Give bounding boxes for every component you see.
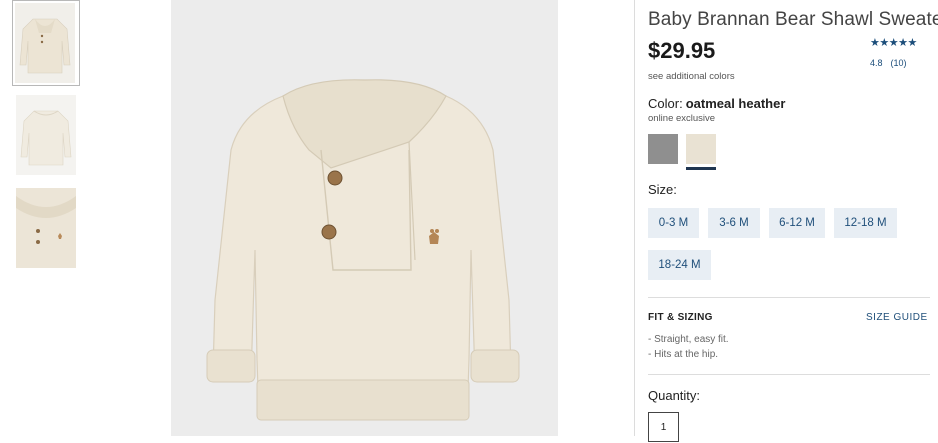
- color-swatch-oatmeal[interactable]: [686, 134, 716, 164]
- size-button-0-3m[interactable]: 0-3 M: [648, 208, 699, 238]
- size-button-18-24m[interactable]: 18-24 M: [648, 250, 711, 280]
- sweater-main-image: [171, 0, 558, 436]
- fit-detail-item: - Straight, easy fit.: [648, 334, 729, 345]
- fit-sizing-heading: FIT & SIZING: [648, 312, 713, 323]
- size-label: Size:: [648, 182, 677, 197]
- thumbnail-front[interactable]: [15, 3, 75, 83]
- review-count: (10): [890, 58, 907, 68]
- color-value: oatmeal heather: [685, 96, 786, 111]
- rating-summary[interactable]: 4.8 (10): [870, 58, 907, 68]
- color-swatch-grey[interactable]: [648, 134, 678, 164]
- quantity-input[interactable]: 1: [648, 412, 679, 442]
- selected-swatch-indicator: [686, 167, 716, 170]
- see-additional-colors-link[interactable]: see additional colors: [648, 71, 735, 82]
- color-label: Color:: [648, 96, 683, 111]
- divider: [648, 374, 930, 375]
- fit-detail-item: - Hits at the hip.: [648, 349, 719, 360]
- product-title: Baby Brannan Bear Shawl Sweater: [648, 9, 938, 30]
- sweater-front-thumb-image: [15, 3, 75, 83]
- size-button-6-12m[interactable]: 6-12 M: [769, 208, 825, 238]
- thumbnail-detail[interactable]: [16, 188, 76, 268]
- product-details-panel: Baby Brannan Bear Shawl Sweater $29.95 ★…: [634, 0, 938, 442]
- online-exclusive-note: online exclusive: [648, 113, 716, 124]
- thumbnail-back[interactable]: [16, 95, 76, 175]
- rating-stars-icon[interactable]: ★★★★★: [870, 36, 917, 49]
- product-price: $29.95: [648, 38, 716, 63]
- color-selection: Color: oatmeal heather: [648, 96, 785, 111]
- sweater-back-thumb-image: [16, 95, 76, 175]
- main-product-image[interactable]: [171, 0, 558, 436]
- sweater-detail-thumb-image: [16, 188, 76, 268]
- rating-value: 4.8: [870, 58, 883, 68]
- divider: [648, 297, 930, 298]
- size-guide-link[interactable]: SIZE GUIDE: [866, 312, 928, 323]
- size-button-3-6m[interactable]: 3-6 M: [708, 208, 760, 238]
- size-button-12-18m[interactable]: 12-18 M: [834, 208, 897, 238]
- quantity-label: Quantity:: [648, 388, 701, 403]
